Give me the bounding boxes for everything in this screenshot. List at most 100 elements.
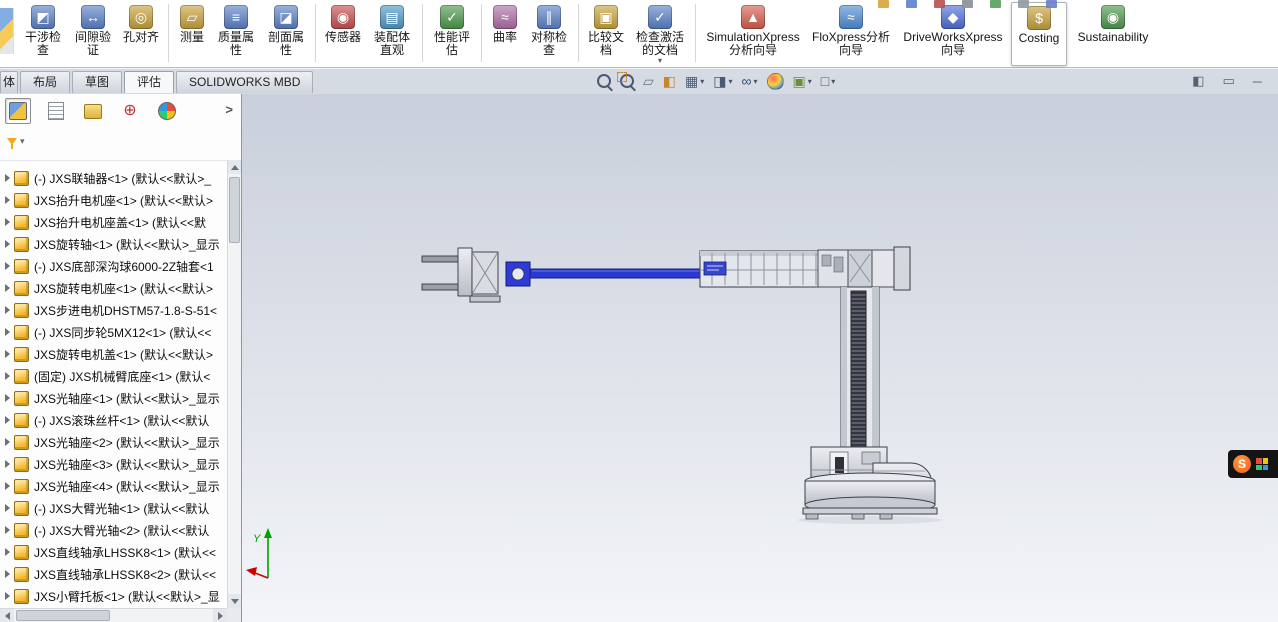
tree-item[interactable]: (-) JXS滚珠丝杆<1> (默认<<默认 (0, 409, 227, 431)
expander-icon[interactable] (5, 482, 10, 490)
tree-item[interactable]: (-) JXS底部深沟球6000-2Z轴套<1 (0, 255, 227, 277)
pane-split-icon[interactable]: ◧ (1192, 73, 1204, 89)
tab-布局[interactable]: 布局 (20, 71, 71, 93)
tree-item[interactable]: JXS光轴座<4> (默认<<默认>_显示 (0, 475, 227, 497)
dropdown-arrow-icon[interactable]: ▾ (658, 57, 662, 65)
scroll-left-icon[interactable] (0, 609, 14, 622)
ime-grid-icon[interactable] (1256, 458, 1268, 470)
mass-properties-button[interactable]: ≡ 质量属性 (212, 2, 260, 58)
expander-icon[interactable] (5, 548, 10, 556)
expander-icon[interactable] (5, 262, 10, 270)
tab-体[interactable]: 体 (0, 71, 18, 93)
sensor-button[interactable]: ◉ 传感器 (321, 2, 365, 45)
expander-icon[interactable] (5, 438, 10, 446)
featuremanager-tab[interactable] (5, 98, 31, 124)
tree-item[interactable]: JXS旋转电机盖<1> (默认<<默认> (0, 343, 227, 365)
expander-icon[interactable] (5, 196, 10, 204)
symmetry-check-button[interactable]: ∥ 对称检查 (525, 2, 573, 58)
tree-item[interactable]: JXS步进电机DHSTM57-1.8-S-51< (0, 299, 227, 321)
menubar-icon-6[interactable] (1018, 0, 1029, 8)
horizontal-scroll-thumb[interactable] (16, 610, 110, 621)
scroll-right-icon[interactable] (213, 609, 227, 622)
floxpress-wizard-button[interactable]: ≈ FloXpress分析向导 (807, 2, 895, 58)
tree-item[interactable]: JXS旋转轴<1> (默认<<默认>_显示 (0, 233, 227, 255)
driveworksxpress-wizard-button[interactable]: ◆ DriveWorksXpress向导 (897, 2, 1009, 58)
costing-button[interactable]: $ Costing (1011, 2, 1067, 66)
menubar-icon-4[interactable] (962, 0, 973, 8)
clipped-ribbon-button[interactable] (0, 8, 14, 54)
sustainability-button[interactable]: ◉ Sustainability (1069, 2, 1157, 45)
tab-solidworks-mbd[interactable]: SOLIDWORKS MBD (176, 71, 314, 93)
tree-item[interactable]: (-) JXS大臂光轴<1> (默认<<默认 (0, 497, 227, 519)
dimxpertmanager-tab[interactable]: ⊕ (118, 99, 142, 123)
tree-item[interactable]: (-) JXS大臂光轴<2> (默认<<默认 (0, 519, 227, 541)
performance-evaluation-button[interactable]: ✓ 性能评估 (428, 2, 476, 58)
tree-item[interactable]: JXS直线轴承LHSSK8<2> (默认<< (0, 563, 227, 585)
scroll-down-icon[interactable] (228, 594, 241, 608)
zoom-to-area-icon[interactable] (617, 72, 634, 88)
menubar-icon-5[interactable] (990, 0, 1001, 8)
propertymanager-tab[interactable] (44, 99, 68, 123)
previous-view-icon[interactable]: ▱ (643, 73, 654, 89)
expander-icon[interactable] (5, 240, 10, 248)
expander-icon[interactable] (5, 284, 10, 292)
tree-item[interactable]: JXS旋转电机座<1> (默认<<默认> (0, 277, 227, 299)
tree-item[interactable]: JXS小臂托板<1> (默认<<默认>_显 (0, 585, 227, 607)
displaymanager-tab[interactable] (155, 99, 179, 123)
tab-评估[interactable]: 评估 (124, 71, 175, 93)
ime-toolbar[interactable]: S (1228, 450, 1278, 478)
expander-icon[interactable] (5, 504, 10, 512)
view-settings-icon[interactable]: □ ▾ (821, 73, 835, 89)
tree-item[interactable]: JXS光轴座<3> (默认<<默认>_显示 (0, 453, 227, 475)
tree-item[interactable]: JXS抬升电机座<1> (默认<<默认> (0, 189, 227, 211)
menubar-icon-3[interactable] (934, 0, 945, 8)
expander-icon[interactable] (5, 394, 10, 402)
hole-alignment-button[interactable]: ◎ 孔对齐 (119, 2, 163, 45)
tree-item[interactable]: JXS光轴座<1> (默认<<默认>_显示 (0, 387, 227, 409)
view-orientation-icon[interactable]: ▦ ▾ (685, 73, 704, 89)
collapse-ribbon-icon[interactable]: ─ (1253, 74, 1262, 89)
expander-icon[interactable] (5, 460, 10, 468)
assembly-visualization-button[interactable]: ▤ 装配体直观 (367, 2, 417, 58)
pane-float-icon[interactable]: ▭ (1222, 73, 1234, 89)
edit-appearance-icon[interactable] (766, 72, 784, 90)
tree-horizontal-scrollbar[interactable] (0, 608, 227, 622)
tree-item[interactable]: JXS抬升电机座盖<1> (默认<<默 (0, 211, 227, 233)
vertical-scroll-thumb[interactable] (229, 177, 240, 243)
measure-button[interactable]: ▱ 测量 (174, 2, 210, 45)
menubar-icon-7[interactable] (1046, 0, 1057, 8)
expander-icon[interactable] (5, 306, 10, 314)
zoom-to-fit-icon[interactable] (597, 74, 611, 88)
hide-show-items-icon[interactable]: ∞ ▾ (742, 73, 758, 89)
menubar-icon-1[interactable] (878, 0, 889, 8)
flyout-expand-icon[interactable]: > (225, 102, 233, 117)
filter-dropdown-icon[interactable]: ▾ (20, 136, 25, 147)
clearance-verification-button[interactable]: ↔ 间隙验证 (69, 2, 117, 58)
menubar-icon-2[interactable] (906, 0, 917, 8)
expander-icon[interactable] (5, 218, 10, 226)
expander-icon[interactable] (5, 350, 10, 358)
tree-item[interactable]: JXS光轴座<2> (默认<<默认>_显示 (0, 431, 227, 453)
expander-icon[interactable] (5, 174, 10, 182)
tab-草图[interactable]: 草图 (72, 71, 123, 93)
configurationmanager-tab[interactable] (81, 99, 105, 123)
expander-icon[interactable] (5, 526, 10, 534)
dropdown-arrow-icon[interactable]: ▾ (808, 77, 812, 86)
orientation-triad[interactable]: Y (246, 528, 272, 579)
tree-item[interactable]: (-) JXS同步轮5MX12<1> (默认<< (0, 321, 227, 343)
simulationxpress-wizard-button[interactable]: ▲ SimulationXpress分析向导 (701, 2, 805, 58)
expander-icon[interactable] (5, 328, 10, 336)
tree-item[interactable]: JXS直线轴承LHSSK8<1> (默认<< (0, 541, 227, 563)
tree-item[interactable]: (-) JXS联轴器<1> (默认<<默认>_ (0, 167, 227, 189)
filter-funnel-icon[interactable] (7, 137, 17, 149)
sogou-logo-icon[interactable]: S (1233, 455, 1251, 473)
expander-icon[interactable] (5, 592, 10, 600)
expander-icon[interactable] (5, 416, 10, 424)
curvature-button[interactable]: ≈ 曲率 (487, 2, 523, 45)
display-style-icon[interactable]: ◨ ▾ (713, 73, 732, 89)
dropdown-arrow-icon[interactable]: ▾ (700, 77, 704, 86)
check-active-document-button[interactable]: ✓ 检查激活的文档 ▾ (630, 2, 690, 65)
scroll-up-icon[interactable] (228, 160, 241, 174)
compare-documents-button[interactable]: ▣ 比较文档 (584, 2, 628, 58)
tree-item[interactable]: (固定) JXS机械臂底座<1> (默认< (0, 365, 227, 387)
